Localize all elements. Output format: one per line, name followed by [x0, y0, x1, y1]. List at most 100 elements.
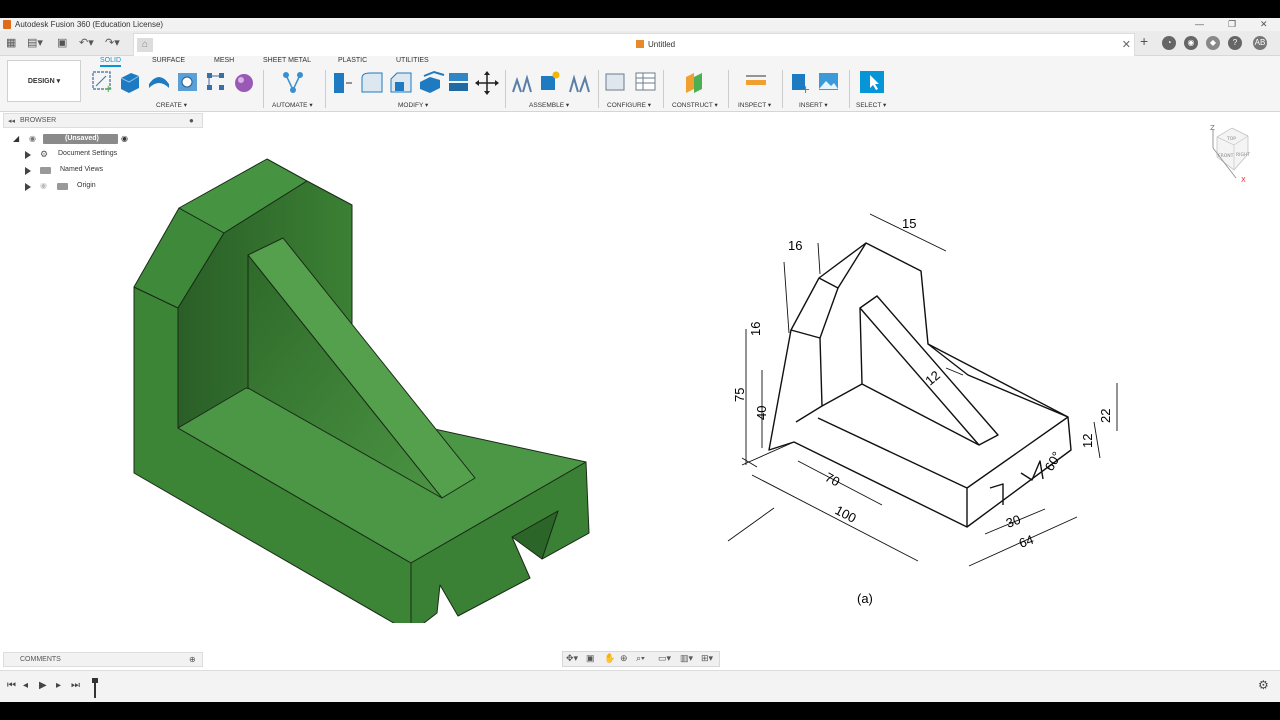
assemble-menu[interactable]: ASSEMBLE ▾ [529, 101, 569, 109]
automate-icon[interactable] [283, 72, 303, 93]
help-icon[interactable]: ? [1228, 36, 1242, 50]
document-title: Untitled [636, 40, 675, 49]
look-at-icon[interactable]: ▣ [586, 653, 595, 664]
expand-root-icon[interactable]: ◢ [13, 134, 19, 143]
add-comment-icon[interactable]: ⊕ [189, 655, 196, 664]
comments-title: COMMENTS [20, 656, 61, 663]
offset-plane-icon[interactable] [686, 73, 702, 93]
viewcube-right-face[interactable]: RIGHT [1236, 152, 1250, 158]
pattern-icon[interactable] [207, 73, 224, 90]
reference-isometric-drawing: 15 16 16 75 40 12 22 12 60° 70 100 30 64… [727, 213, 1118, 606]
home-icon[interactable]: ⌂ [137, 38, 153, 52]
dim-100: 100 [833, 502, 859, 525]
notifications-icon[interactable]: ◆ [1206, 36, 1220, 50]
press-pull-icon[interactable] [334, 73, 352, 93]
hidden-eye-icon[interactable]: ◉ [40, 181, 47, 190]
automate-menu[interactable]: AUTOMATE ▾ [272, 101, 313, 109]
inspect-menu[interactable]: INSPECT ▾ [738, 101, 771, 109]
viewcube-top-face[interactable]: TOP [1226, 136, 1236, 142]
dim-12-right: 12 [1080, 434, 1095, 448]
job-status-icon[interactable]: ◉ [1184, 36, 1198, 50]
viewcube-front-face[interactable]: FRONT [1218, 153, 1234, 159]
expand-icon[interactable] [25, 167, 31, 175]
timeline-step-forward-icon[interactable]: ▸ [56, 680, 61, 691]
fusion-window: Autodesk Fusion 360 (Education License) … [0, 18, 1280, 702]
timeline-settings-gear-icon[interactable]: ⚙ [1258, 678, 1269, 692]
dim-22: 22 [1098, 409, 1113, 423]
expand-icon[interactable] [25, 183, 31, 191]
document-cube-icon [636, 40, 644, 48]
collapse-icon[interactable]: ◂◂ [8, 117, 15, 125]
minimize-button[interactable]: — [1195, 19, 1204, 29]
viewports-icon[interactable]: ⊞▾ [701, 653, 713, 664]
visibility-eye-icon[interactable]: ◉ [29, 134, 36, 143]
undo-icon[interactable]: ↶▾ [79, 36, 94, 50]
select-menu[interactable]: SELECT ▾ [856, 101, 886, 109]
configure-menu[interactable]: CONFIGURE ▾ [607, 101, 651, 109]
fit-icon[interactable]: ⌕▾ [636, 653, 645, 664]
fillet-icon[interactable] [361, 72, 383, 93]
new-component-icon[interactable] [512, 74, 532, 93]
create-menu[interactable]: CREATE ▾ [156, 101, 187, 109]
pan-hand-icon[interactable]: ✋ [604, 653, 615, 664]
save-icon[interactable]: ▣ [57, 36, 67, 50]
redo-icon[interactable]: ↷▾ [105, 36, 120, 50]
insert-derive-icon[interactable]: + [792, 74, 810, 96]
hole-icon[interactable] [178, 73, 197, 91]
user-avatar[interactable]: AB [1253, 36, 1267, 50]
viewcube[interactable]: Z X TOP FRONT RIGHT [1208, 124, 1258, 184]
extrude-icon[interactable] [120, 73, 140, 93]
modify-menu[interactable]: MODIFY ▾ [398, 101, 428, 109]
combine-icon[interactable] [449, 73, 468, 91]
construct-menu[interactable]: CONSTRUCT ▾ [672, 101, 718, 109]
configure-icon[interactable] [605, 72, 656, 91]
title-bar: Autodesk Fusion 360 (Education License) … [0, 18, 1280, 31]
timeline-start-icon[interactable]: ⏮ [7, 680, 16, 691]
3d-model-view[interactable] [125, 133, 600, 623]
folder-icon [40, 167, 51, 174]
folder-icon [57, 183, 68, 190]
browser-root-row[interactable]: ◢ ◉ (Unsaved) ◉ [13, 134, 128, 145]
comments-panel[interactable]: COMMENTS ⊕ [3, 652, 203, 667]
browser-header: ◂◂ BROWSER ● [3, 113, 203, 128]
insert-canvas-icon[interactable] [819, 73, 838, 90]
move-copy-icon[interactable] [475, 71, 499, 95]
restore-button[interactable]: ❐ [1228, 19, 1236, 30]
svg-text:+: + [801, 83, 810, 96]
file-menu-icon[interactable]: ▤▾ [27, 36, 43, 50]
shell-icon[interactable] [420, 70, 445, 93]
zoom-icon[interactable]: ⊕ [620, 653, 628, 664]
panel-pin-icon[interactable]: ● [189, 116, 194, 125]
insert-menu[interactable]: INSERT ▾ [799, 101, 828, 109]
dim-16-top: 16 [788, 238, 802, 253]
browser-title: BROWSER [20, 117, 57, 124]
timeline-marker[interactable] [92, 678, 98, 698]
create-sketch-icon[interactable]: + [92, 71, 112, 95]
timeline-play-icon[interactable]: ▶ [39, 680, 47, 691]
measure-icon[interactable] [746, 75, 766, 85]
display-settings-icon[interactable]: ▭▾ [658, 653, 671, 664]
form-icon[interactable] [235, 74, 253, 92]
joint-icon[interactable] [541, 71, 560, 91]
axis-x-label: X [1241, 176, 1246, 184]
new-tab-button[interactable]: + [1140, 34, 1148, 48]
timeline-end-icon[interactable]: ⏭ [71, 680, 80, 691]
timeline-step-back-icon[interactable]: ◂ [23, 680, 28, 691]
close-window-button[interactable]: ✕ [1260, 19, 1268, 30]
dim-70: 70 [823, 469, 843, 489]
drawing-caption: (a) [857, 591, 873, 606]
as-built-joint-icon[interactable] [569, 74, 590, 93]
chamfer-icon[interactable] [390, 72, 412, 93]
dim-16-side: 16 [748, 322, 763, 336]
extensions-icon[interactable]: ◔ [1162, 36, 1176, 50]
close-tab-button[interactable]: ✕ [1122, 38, 1131, 51]
data-panel-grid-icon[interactable]: ▦ [6, 36, 16, 50]
dim-64: 64 [1017, 532, 1036, 551]
grid-settings-icon[interactable]: ▥▾ [680, 653, 693, 664]
root-component-label: (Unsaved) [43, 134, 118, 144]
document-tab[interactable]: ⌂ Untitled ✕ [133, 33, 1135, 56]
revolve-icon[interactable] [149, 77, 169, 88]
expand-icon[interactable] [25, 151, 31, 159]
select-icon[interactable] [860, 71, 884, 93]
orbit-icon[interactable]: ✥▾ [566, 653, 578, 664]
